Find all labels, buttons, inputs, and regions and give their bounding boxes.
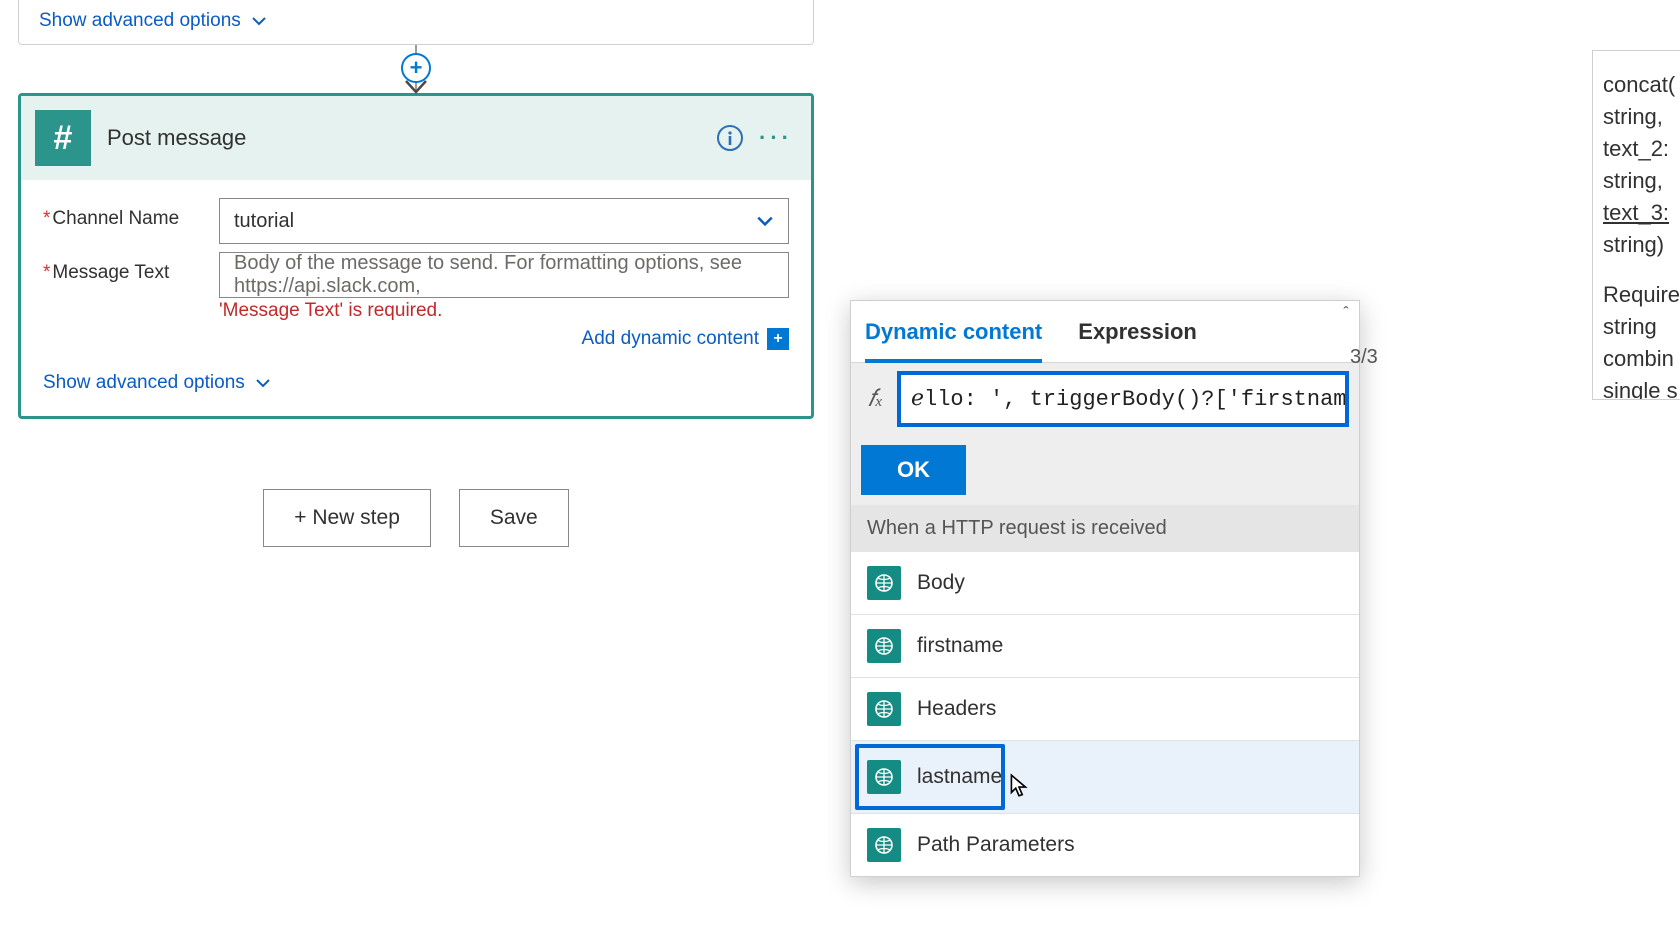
scroll-up-icon[interactable]: ˆ bbox=[1337, 305, 1355, 323]
channel-name-label: *Channel Name bbox=[43, 198, 219, 230]
fx-icon: 𝑓x bbox=[861, 386, 889, 413]
dynamic-content-panel: Dynamic content Expression ˆ 𝑓x ℯllo: ',… bbox=[850, 300, 1360, 877]
ok-button[interactable]: OK bbox=[861, 445, 966, 495]
http-icon bbox=[867, 566, 901, 600]
http-icon bbox=[867, 760, 901, 794]
show-advanced-options-link-top[interactable]: Show advanced options bbox=[39, 10, 267, 32]
chevron-down-icon bbox=[251, 13, 267, 29]
add-dynamic-content-button[interactable]: + bbox=[767, 328, 789, 350]
new-step-button[interactable]: + New step bbox=[263, 489, 431, 547]
token-group-header: When a HTTP request is received bbox=[851, 505, 1359, 552]
message-text-placeholder: Body of the message to send. For formatt… bbox=[234, 252, 774, 298]
post-message-card: # Post message ··· *Channel Name tutoria… bbox=[18, 93, 814, 419]
token-body[interactable]: Body bbox=[851, 552, 1359, 615]
tab-expression[interactable]: Expression bbox=[1078, 319, 1197, 362]
chevron-down-icon bbox=[756, 212, 774, 230]
http-icon bbox=[867, 629, 901, 663]
post-message-header[interactable]: # Post message ··· bbox=[21, 96, 811, 180]
pager: 3/3 bbox=[1350, 346, 1378, 369]
previous-step-footer: Show advanced options bbox=[18, 0, 814, 45]
arrow-down-icon bbox=[405, 80, 427, 94]
cursor-icon bbox=[1006, 773, 1032, 799]
expression-input[interactable]: ℯllo: ', triggerBody()?['firstname'], tr… bbox=[897, 371, 1349, 427]
token-headers[interactable]: Headers bbox=[851, 678, 1359, 741]
chevron-down-icon bbox=[255, 375, 271, 391]
tab-dynamic-content[interactable]: Dynamic content bbox=[865, 319, 1042, 363]
add-dynamic-content-link[interactable]: Add dynamic content bbox=[582, 328, 759, 350]
message-text-label: *Message Text bbox=[43, 252, 219, 284]
channel-name-value: tutorial bbox=[234, 210, 294, 233]
slack-icon: # bbox=[35, 110, 91, 166]
connector: + bbox=[18, 45, 814, 93]
token-lastname[interactable]: lastname bbox=[851, 741, 1359, 814]
token-firstname[interactable]: firstname bbox=[851, 615, 1359, 678]
channel-name-select[interactable]: tutorial bbox=[219, 198, 789, 244]
save-button[interactable]: Save bbox=[459, 489, 569, 547]
more-menu-icon[interactable]: ··· bbox=[761, 123, 791, 153]
show-advanced-label: Show advanced options bbox=[39, 10, 241, 32]
http-icon bbox=[867, 692, 901, 726]
info-icon[interactable] bbox=[715, 123, 745, 153]
concat-tooltip: concat( string, text_2: string, text_3: … bbox=[1592, 50, 1680, 400]
message-text-input[interactable]: Body of the message to send. For formatt… bbox=[219, 252, 789, 298]
show-advanced-options-link[interactable]: Show advanced options bbox=[43, 372, 271, 394]
token-path-parameters[interactable]: Path Parameters bbox=[851, 814, 1359, 876]
http-icon bbox=[867, 828, 901, 862]
insert-step-button[interactable]: + bbox=[401, 53, 431, 83]
post-message-title: Post message bbox=[107, 125, 699, 151]
message-text-error: 'Message Text' is required. bbox=[219, 300, 789, 322]
show-advanced-label: Show advanced options bbox=[43, 372, 245, 394]
